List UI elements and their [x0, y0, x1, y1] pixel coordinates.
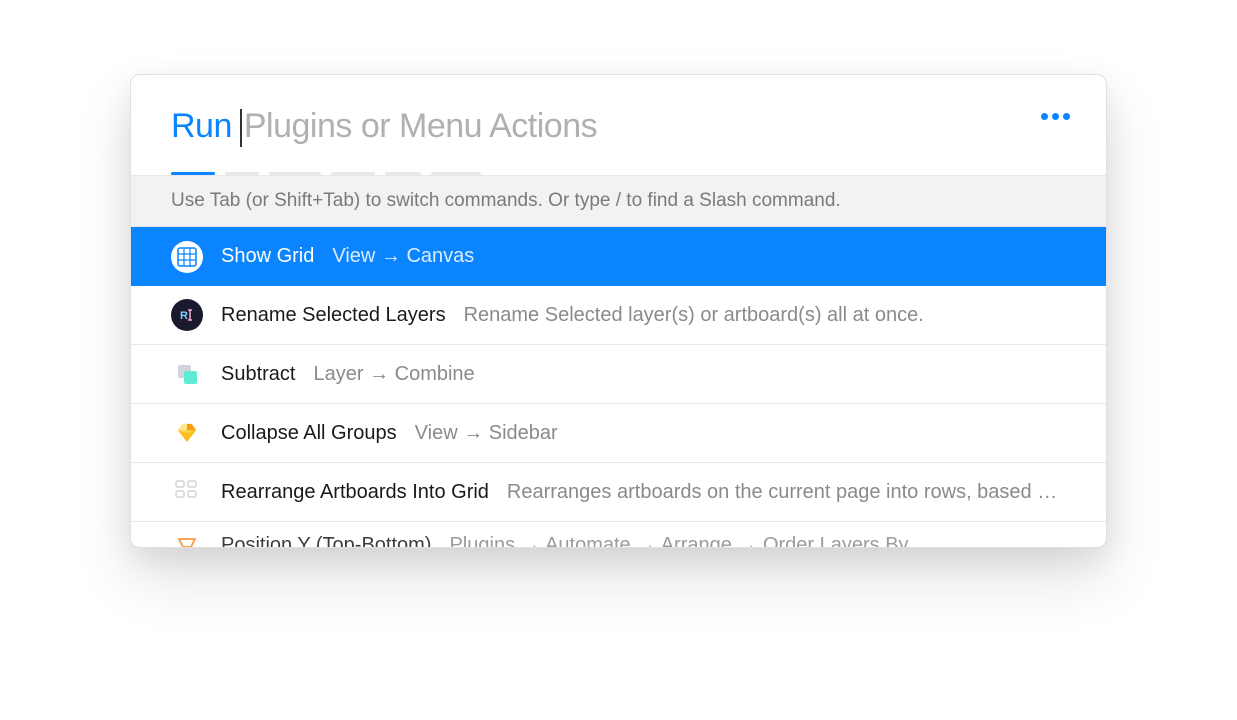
result-item-subtract[interactable]: Subtract Layer → Combine: [131, 345, 1106, 404]
result-subtitle: Plugins → Automate → Arrange → Order Lay…: [449, 534, 928, 549]
svg-text:R: R: [180, 310, 188, 321]
grid-icon: [171, 241, 203, 273]
result-title: Position Y (Top-Bottom): [221, 534, 431, 549]
result-title: Subtract: [221, 363, 295, 386]
tab-indicator[interactable]: [385, 172, 421, 175]
position-icon: [171, 529, 203, 548]
tab-indicator[interactable]: [269, 172, 321, 175]
tab-indicator-active[interactable]: [171, 172, 215, 175]
result-item-show-grid[interactable]: Show Grid View → Canvas: [131, 227, 1106, 286]
tabs-indicator-strip: [131, 157, 1106, 175]
hint-text: Use Tab (or Shift+Tab) to switch command…: [171, 190, 841, 211]
result-title: Rearrange Artboards Into Grid: [221, 481, 489, 504]
more-button[interactable]: [1041, 113, 1070, 120]
rearrange-icon: [171, 476, 203, 508]
result-subtitle: Rearranges artboards on the current page…: [507, 481, 1066, 504]
result-item-rearrange-artboards[interactable]: Rearrange Artboards Into Grid Rearranges…: [131, 463, 1106, 522]
subtract-icon: [171, 358, 203, 390]
result-subtitle: Rename Selected layer(s) or artboard(s) …: [464, 304, 924, 327]
result-title: Show Grid: [221, 245, 314, 268]
ellipsis-icon: [1063, 113, 1070, 120]
result-item-collapse-groups[interactable]: Collapse All Groups View → Sidebar: [131, 404, 1106, 463]
hint-bar: Use Tab (or Shift+Tab) to switch command…: [131, 175, 1106, 227]
ellipsis-icon: [1041, 113, 1048, 120]
search-prefix: Run: [171, 107, 232, 146]
rename-icon: R: [171, 299, 203, 331]
text-cursor: [240, 109, 242, 147]
result-item-rename-layers[interactable]: R Rename Selected Layers Rename Selected…: [131, 286, 1106, 345]
search-placeholder[interactable]: Plugins or Menu Actions: [244, 107, 597, 146]
result-title: Rename Selected Layers: [221, 304, 446, 327]
command-palette: Run Plugins or Menu Actions Use Tab (or …: [130, 74, 1107, 548]
tab-indicator[interactable]: [331, 172, 375, 175]
tab-indicator[interactable]: [431, 172, 481, 175]
result-subtitle: Layer → Combine: [313, 363, 474, 386]
results-list: Show Grid View → Canvas R Rename Selecte…: [131, 227, 1106, 548]
diamond-icon: [171, 417, 203, 449]
ellipsis-icon: [1052, 113, 1059, 120]
result-title: Collapse All Groups: [221, 422, 397, 445]
search-row: Run Plugins or Menu Actions: [131, 75, 1106, 157]
tab-indicator[interactable]: [225, 172, 259, 175]
result-item-position-y[interactable]: Position Y (Top-Bottom) Plugins → Automa…: [131, 522, 1106, 548]
result-subtitle: View → Canvas: [332, 245, 474, 268]
result-subtitle: View → Sidebar: [415, 422, 558, 445]
